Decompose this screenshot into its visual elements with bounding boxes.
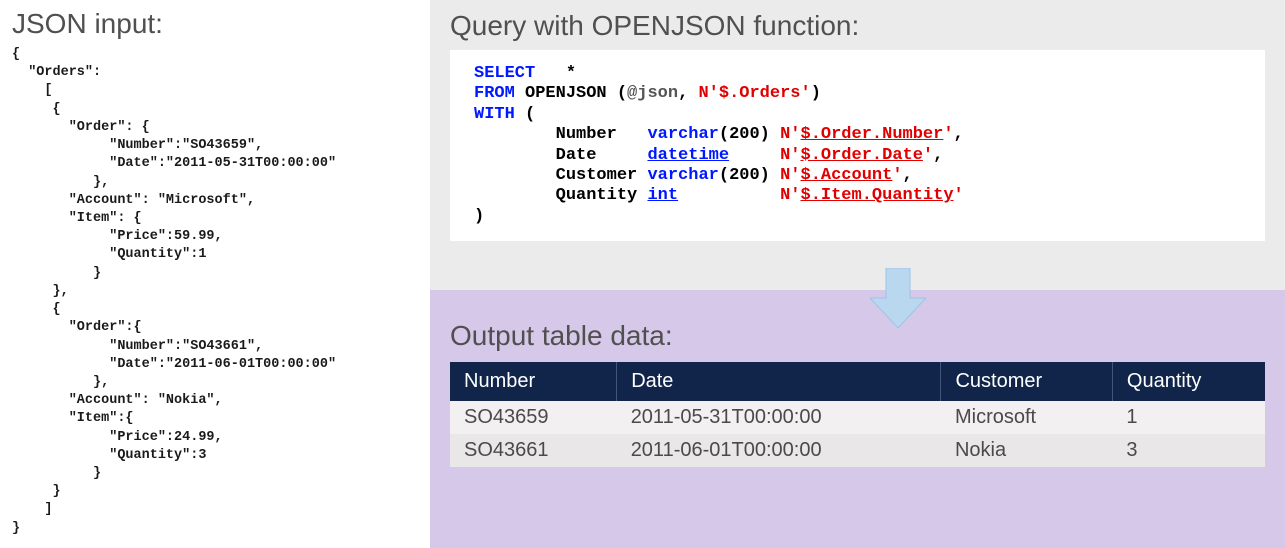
paren-close: ) [811,84,821,103]
output-table: Number Date Customer Quantity SO43659 20… [450,362,1265,467]
star: * [566,64,576,83]
col1-path-prefix: N' [780,125,800,144]
col2-path-suffix: ' [923,146,933,165]
col-header-date: Date [617,362,941,401]
col1-path: $.Order.Number [801,125,944,144]
table-row: SO43659 2011-05-31T00:00:00 Microsoft 1 [450,401,1265,434]
col2-type: datetime [647,146,729,165]
col-header-number: Number [450,362,617,401]
comma: , [678,84,688,103]
cell-quantity: 1 [1112,401,1265,434]
cell-customer: Nokia [941,434,1112,467]
col2-path: $.Order.Date [801,146,923,165]
col3-path-prefix: N' [780,166,800,185]
col4-path-prefix: N' [780,186,800,205]
flow-arrow-icon [870,268,926,328]
table-row: SO43661 2011-06-01T00:00:00 Nokia 3 [450,434,1265,467]
col-header-quantity: Quantity [1112,362,1265,401]
cell-date: 2011-06-01T00:00:00 [617,434,941,467]
json-input-code: { "Orders": [ { "Order": { "Number":"SO4… [12,46,418,538]
col4-type: int [647,186,678,205]
json-input-panel: JSON input: { "Orders": [ { "Order": { "… [0,0,430,548]
col3-path-suffix: ' [892,166,902,185]
col1-type: varchar [647,125,718,144]
cell-customer: Microsoft [941,401,1112,434]
col2-name: Date [556,146,597,165]
fn-openjson: OPENJSON [525,84,607,103]
col1-name: Number [556,125,617,144]
paren-open: ( [617,84,627,103]
col2-path-prefix: N' [780,146,800,165]
col1-size: (200) [719,125,770,144]
col4-path-suffix: ' [954,186,964,205]
col3-path: $.Account [801,166,893,185]
col1-path-suffix: ' [943,125,953,144]
col3-name: Customer [556,166,638,185]
col4-name: Quantity [556,186,638,205]
query-panel: Query with OPENJSON function: SELECT * F… [430,0,1285,290]
col3-size: (200) [719,166,770,185]
cell-date: 2011-05-31T00:00:00 [617,401,941,434]
orders-path: N'$.Orders' [698,84,810,103]
var-json: @json [627,84,678,103]
table-header-row: Number Date Customer Quantity [450,362,1265,401]
sql-code-block: SELECT * FROM OPENJSON (@json, N'$.Order… [450,50,1265,241]
json-input-title: JSON input: [12,8,418,40]
col-header-customer: Customer [941,362,1112,401]
kw-from: FROM [474,84,515,103]
kw-with: WITH [474,105,515,124]
output-panel: Output table data: Number Date Customer … [430,290,1285,548]
col4-path: $.Item.Quantity [801,186,954,205]
cell-number: SO43661 [450,434,617,467]
col3-type: varchar [647,166,718,185]
cell-quantity: 3 [1112,434,1265,467]
kw-select: SELECT [474,64,535,83]
cell-number: SO43659 [450,401,617,434]
query-title: Query with OPENJSON function: [450,10,1265,42]
output-title: Output table data: [450,320,1265,352]
